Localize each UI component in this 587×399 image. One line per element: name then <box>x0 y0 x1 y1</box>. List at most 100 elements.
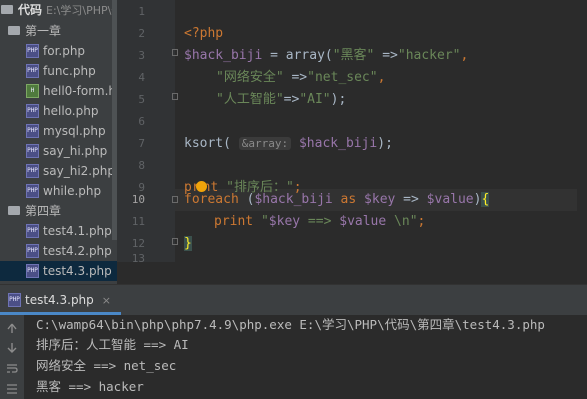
token-string: \n" <box>386 214 418 229</box>
fold-marker-icon[interactable] <box>172 49 178 56</box>
tree-file[interactable]: PHP while.php <box>26 181 101 201</box>
php-file-icon: PHP <box>26 63 39 78</box>
code-line-7: ksort( &array: $hack_biji); <box>184 133 393 155</box>
parameter-hint: &array: <box>238 137 292 150</box>
token-punct: , <box>377 70 386 85</box>
file-label: test4.2.php <box>43 244 112 258</box>
tree-file[interactable]: Hhell0-form.ht <box>26 81 117 101</box>
code-line-4: "网络安全" =>"net_sec", <box>216 67 385 89</box>
run-tab[interactable]: PHP test4.3.php × <box>0 285 122 315</box>
console-line: 排序后：人工智能 ==> AI <box>36 337 189 352</box>
folder-label: 第一章 <box>25 24 62 38</box>
token-punct: ); <box>330 92 347 107</box>
token-string: "hacker" <box>397 48 461 63</box>
file-label: hello.php <box>43 104 99 118</box>
token-op: = <box>262 48 286 63</box>
token-punct: ); <box>377 136 393 151</box>
token-op: => <box>283 70 308 85</box>
console-line: 网络安全 ==> net_sec <box>36 358 177 373</box>
line-number: 13 <box>131 252 145 262</box>
php-file-icon: PHP <box>26 183 39 198</box>
token-op: => <box>283 92 300 107</box>
code-line-5: "人工智能"=>"AI"); <box>216 89 346 111</box>
folder-icon <box>1 5 13 14</box>
tree-file-selected[interactable]: PHP test4.3.php <box>0 261 117 281</box>
token-punct: ; <box>417 214 426 229</box>
file-label: while.php <box>43 184 102 198</box>
fold-marker-icon[interactable] <box>172 238 178 245</box>
tree-file[interactable]: PHP test4.2.php <box>26 241 112 261</box>
token-string: "net_sec" <box>307 70 378 85</box>
token-keyword: print <box>214 214 254 229</box>
php-file-icon: PHP <box>26 243 39 258</box>
tree-file[interactable]: PHP func.php <box>26 61 96 81</box>
token-string: "黑客" <box>332 48 375 63</box>
token-op: => <box>374 48 398 63</box>
code-line-3: $hack_biji = array("黑客" =>"hacker", <box>184 45 468 67</box>
token-punct: , <box>460 48 469 63</box>
file-label: hell0-form.ht <box>43 84 117 98</box>
tree-folder[interactable]: 第一章 <box>8 21 61 41</box>
fold-marker-icon[interactable] <box>172 196 178 203</box>
folder-label: 第四章 <box>25 204 62 218</box>
line-number: 1 <box>138 5 145 18</box>
line-number: 2 <box>138 27 145 40</box>
console-line: 黑客 ==> hacker <box>36 379 144 394</box>
token-string: " <box>253 214 269 229</box>
tree-folder[interactable]: 第四章 <box>8 201 61 221</box>
tree-root[interactable]: 代码 E:\学习\PHP\代 <box>0 0 117 20</box>
folder-icon <box>8 26 20 35</box>
php-file-icon: PHP <box>26 43 39 58</box>
token-op: => <box>395 192 427 207</box>
token-var: $hack_biji <box>184 48 263 63</box>
line-number-current: 10 <box>131 193 145 206</box>
file-label: test4.3.php <box>43 264 112 278</box>
run-tab-label: test4.3.php <box>25 293 94 307</box>
file-label: for.php <box>43 44 86 58</box>
tree-file[interactable]: PHP test4.1.php <box>26 221 112 241</box>
token-var: $value <box>426 192 474 207</box>
token-var: $hack_biji <box>254 192 333 207</box>
file-label: say_hi.php <box>43 144 108 158</box>
token-keyword: foreach <box>184 192 239 207</box>
tree-file[interactable]: PHP say_hi2.php <box>26 161 115 181</box>
root-folder-path: E:\学习\PHP\代 <box>46 4 117 17</box>
file-label: say_hi2.php <box>43 164 115 178</box>
token-var: $key <box>364 192 396 207</box>
tree-file[interactable]: PHP for.php <box>26 41 85 61</box>
editor-scrollbar[interactable] <box>577 0 587 262</box>
tree-file[interactable]: PHP hello.php <box>26 101 98 121</box>
php-file-icon: PHP <box>26 103 39 118</box>
code-line-1: <?php <box>184 1 223 41</box>
code-line-12: } <box>184 233 192 255</box>
line-number: 4 <box>138 71 145 84</box>
root-folder-label: 代码 <box>18 3 43 17</box>
tree-file[interactable]: PHP mysql.php <box>26 121 106 141</box>
php-file-icon: PHP <box>26 123 39 138</box>
token-punct: ( <box>238 192 255 207</box>
wrap-icon[interactable] <box>6 362 18 374</box>
code-line-11: print "$key ==> $value \n"; <box>214 211 425 233</box>
token-string: "网络安全" <box>216 70 284 85</box>
line-number: 7 <box>138 137 145 150</box>
token-func: array( <box>285 48 333 63</box>
more-icon[interactable] <box>6 382 18 394</box>
scroll-down-icon[interactable] <box>6 342 18 354</box>
tree-file[interactable]: PHP say_hi.php <box>26 141 107 161</box>
code-line-10: foreach ($hack_biji as $key => $value){ <box>184 189 490 211</box>
php-file-icon: PHP <box>26 163 39 178</box>
line-number: 8 <box>138 159 145 172</box>
file-label: func.php <box>43 64 96 78</box>
close-icon[interactable]: × <box>102 294 111 307</box>
line-number: 11 <box>131 215 145 228</box>
token-string: "AI" <box>299 92 331 107</box>
line-number: 3 <box>138 49 145 62</box>
line-number: 5 <box>138 93 145 106</box>
fold-marker-icon[interactable] <box>172 93 178 100</box>
php-file-icon: PHP <box>26 143 39 158</box>
matched-brace: } <box>184 236 192 251</box>
rerun-icon[interactable] <box>6 322 18 334</box>
folder-icon <box>8 206 20 215</box>
html-file-icon: H <box>26 83 39 98</box>
project-panel: 代码 E:\学习\PHP\代 第一章 PHP for.php PHP func.php… <box>0 0 117 284</box>
